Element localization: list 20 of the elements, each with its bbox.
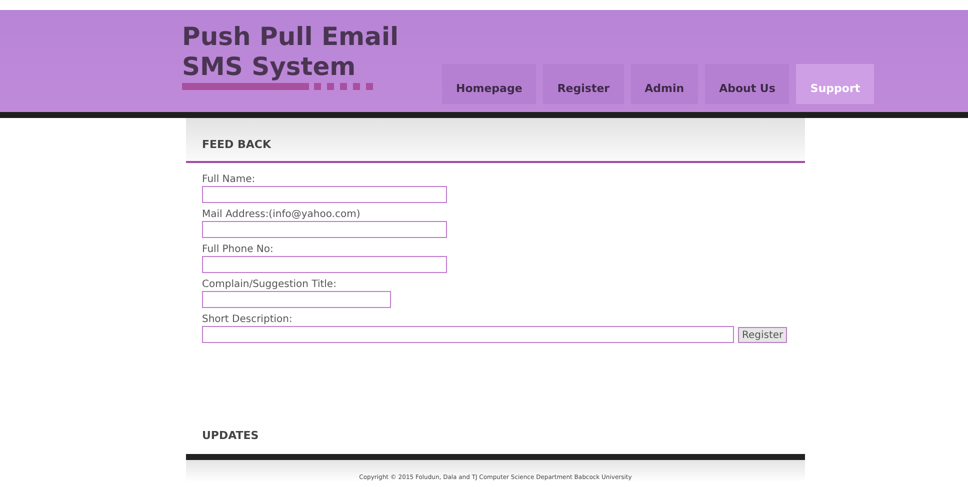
site-title: SMS System [182,52,357,82]
site-title: Push Pull Email [182,22,400,52]
field-label: Full Name: [202,173,256,186]
section-heading: UPDATES [202,429,259,442]
input-field[interactable] [202,221,447,238]
nav-tab[interactable]: About Us [705,64,790,104]
nav-tab[interactable]: Register [543,64,624,104]
field-label: Full Phone No: [202,243,274,256]
field-label: Mail Address:(info@yahoo.com) [202,208,362,221]
field-label: Complain/Suggestion Title: [202,278,338,291]
input-field[interactable] [202,186,447,203]
input-field[interactable] [202,291,391,308]
section-heading: FEED BACK [202,136,271,152]
register-button[interactable]: Register [738,326,788,342]
input-field[interactable] [202,256,447,273]
input-field[interactable] [202,326,734,343]
nav-tab[interactable]: Admin [630,64,698,104]
nav-tab[interactable]: Support [796,64,874,104]
nav-tab[interactable]: Homepage [442,64,536,104]
field-label: Short Description: [202,313,294,326]
